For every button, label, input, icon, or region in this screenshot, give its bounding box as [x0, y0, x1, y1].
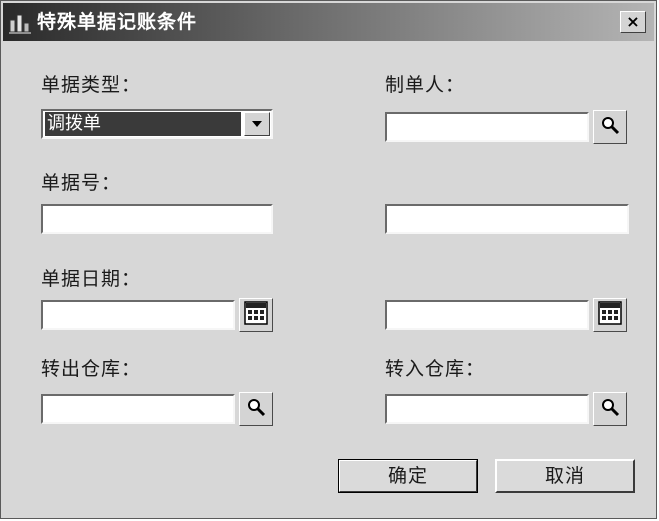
chevron-down-icon[interactable]: [244, 112, 270, 136]
search-icon: [600, 397, 620, 421]
in-warehouse-input[interactable]: [385, 394, 589, 424]
in-warehouse-label: 转入仓库：: [385, 358, 486, 380]
maker-input[interactable]: [385, 112, 589, 142]
out-warehouse-input[interactable]: [41, 394, 235, 424]
doc-type-label: 单据类型：: [41, 74, 142, 96]
calendar-icon: [244, 301, 268, 329]
app-icon: [9, 12, 31, 34]
window-title: 特殊单据记账条件: [37, 11, 198, 33]
doc-type-select[interactable]: 调拨单: [41, 109, 273, 139]
title-bar[interactable]: 特殊单据记账条件 ×: [3, 3, 654, 41]
ok-button[interactable]: 确定: [338, 459, 478, 493]
cancel-button[interactable]: 取消: [495, 459, 635, 493]
doc-date-from-calendar-button[interactable]: [239, 298, 273, 332]
doc-date-label: 单据日期：: [41, 268, 142, 290]
doc-date-to-input[interactable]: [385, 300, 589, 330]
maker-search-button[interactable]: [593, 110, 627, 144]
close-button[interactable]: ×: [620, 11, 646, 33]
close-icon: ×: [626, 12, 640, 31]
search-icon: [246, 397, 266, 421]
doc-no-label: 单据号：: [41, 172, 122, 194]
maker-label: 制单人：: [385, 74, 466, 96]
calendar-icon: [598, 301, 622, 329]
in-warehouse-search-button[interactable]: [593, 392, 627, 426]
doc-type-selected-value: 调拨单: [45, 112, 241, 136]
doc-date-to-calendar-button[interactable]: [593, 298, 627, 332]
out-warehouse-label: 转出仓库：: [41, 358, 142, 380]
out-warehouse-search-button[interactable]: [239, 392, 273, 426]
doc-no-to-input[interactable]: [385, 204, 629, 234]
search-icon: [600, 115, 620, 139]
doc-no-from-input[interactable]: [41, 204, 273, 234]
special-doc-posting-dialog: 特殊单据记账条件 × 单据类型： 调拨单 制单人： 单据号： 单据日期： 转出仓…: [0, 0, 657, 519]
doc-date-from-input[interactable]: [41, 300, 235, 330]
